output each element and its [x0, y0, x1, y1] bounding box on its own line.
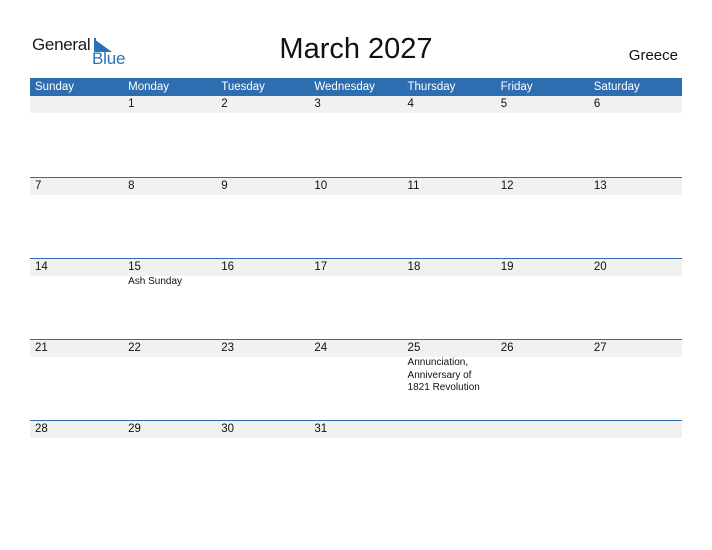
holiday-label: Ash Sunday [128, 276, 183, 287]
day-number: 17 [314, 261, 328, 273]
day-cell: 14 [30, 259, 123, 340]
day-cell: 28 [30, 421, 123, 502]
day-number: 22 [128, 342, 141, 354]
week-row: 28 29 30 31 [30, 420, 682, 502]
weekday-header: Thursday [407, 81, 456, 93]
day-number: 11 [407, 180, 420, 192]
day-cell: 2 [216, 96, 309, 177]
day-cell: 16 [216, 259, 309, 340]
day-cell: 10 [309, 178, 402, 259]
day-cell: 7 [30, 178, 123, 259]
day-cell: 19 [496, 259, 589, 340]
day-number: 18 [407, 261, 421, 273]
day-number: 1 [128, 98, 135, 110]
day-cell: 25 Annunciation, Anniversary of 1821 Revo… [403, 340, 496, 421]
week-row: 21 22 23 24 25 Annunciation, Anniversary of 1… [30, 339, 682, 421]
day-number: 20 [593, 261, 607, 273]
day-number: 12 [500, 180, 514, 192]
calendar-grid: Sunday Monday Tuesday Wednesday Thursday… [30, 78, 682, 438]
day-number: 19 [500, 261, 514, 273]
day-cell: 31 [309, 421, 402, 502]
day-number: 24 [314, 342, 328, 354]
weekday-header: Monday [128, 81, 170, 93]
day-number: 23 [221, 342, 235, 354]
weekday-header: Sunday [35, 81, 75, 93]
day-number: 26 [500, 342, 514, 354]
holiday-label: Annunciation, Anniversary of 1821 Revolu… [407, 357, 480, 393]
day-cell: 24 [309, 340, 402, 421]
week-row: 7 8 9 10 11 12 13 [30, 177, 682, 259]
day-cell: 18 [403, 259, 496, 340]
day-number: 9 [221, 180, 228, 192]
day-number: 28 [35, 423, 48, 435]
day-cell: 30 [216, 421, 309, 502]
day-cell [30, 96, 123, 177]
day-number: 8 [128, 180, 135, 192]
day-number: 16 [221, 261, 235, 273]
day-number: 29 [128, 423, 141, 435]
day-cell: 12 [496, 178, 589, 259]
day-cell: 11 [403, 178, 496, 259]
day-number: 30 [221, 423, 235, 435]
day-cell: 1 [123, 96, 216, 177]
day-number: 15 [128, 261, 141, 273]
weekday-header: Saturday [593, 81, 640, 93]
day-number: 14 [35, 261, 48, 273]
day-number: 13 [593, 180, 607, 192]
day-cell [589, 421, 682, 502]
day-cell: 29 [123, 421, 216, 502]
day-cell: 22 [123, 340, 216, 421]
week-row: 14 15 Ash Sunday 16 17 18 19 20 [30, 258, 682, 340]
day-number: 6 [593, 98, 601, 110]
day-cell: 13 [589, 178, 682, 259]
day-cell: 20 [589, 259, 682, 340]
weekday-header: Wednesday [314, 81, 375, 93]
week-row: 1 2 3 4 5 6 [30, 96, 682, 177]
day-number: 25 [407, 342, 421, 354]
day-cell: 17 [309, 259, 402, 340]
day-cell: 27 [589, 340, 682, 421]
day-cell: 26 [496, 340, 589, 421]
day-cell: 8 [123, 178, 216, 259]
day-cell [403, 421, 496, 502]
day-number: 7 [35, 180, 42, 192]
day-cell: 6 [589, 96, 682, 177]
day-number: 3 [314, 98, 321, 110]
calendar-title: March 2027 [279, 33, 433, 65]
country-label: Greece [628, 47, 678, 64]
day-cell: 4 [403, 96, 496, 177]
day-number: 5 [500, 98, 508, 110]
weekday-header-row: Sunday Monday Tuesday Wednesday Thursday… [30, 78, 682, 96]
weekday-header: Tuesday [221, 81, 265, 93]
day-cell: 21 [30, 340, 123, 421]
day-number: 10 [314, 180, 328, 192]
day-number: 2 [221, 98, 228, 110]
day-number: 31 [314, 423, 328, 435]
weekday-header: Friday [500, 81, 533, 93]
day-cell: 3 [309, 96, 402, 177]
day-number: 21 [35, 342, 48, 354]
day-cell: 23 [216, 340, 309, 421]
day-number: 4 [407, 98, 414, 110]
day-cell: 5 [496, 96, 589, 177]
day-cell: 9 [216, 178, 309, 259]
day-number: 27 [593, 342, 607, 354]
day-cell: 15 Ash Sunday [123, 259, 216, 340]
day-cell [496, 421, 589, 502]
